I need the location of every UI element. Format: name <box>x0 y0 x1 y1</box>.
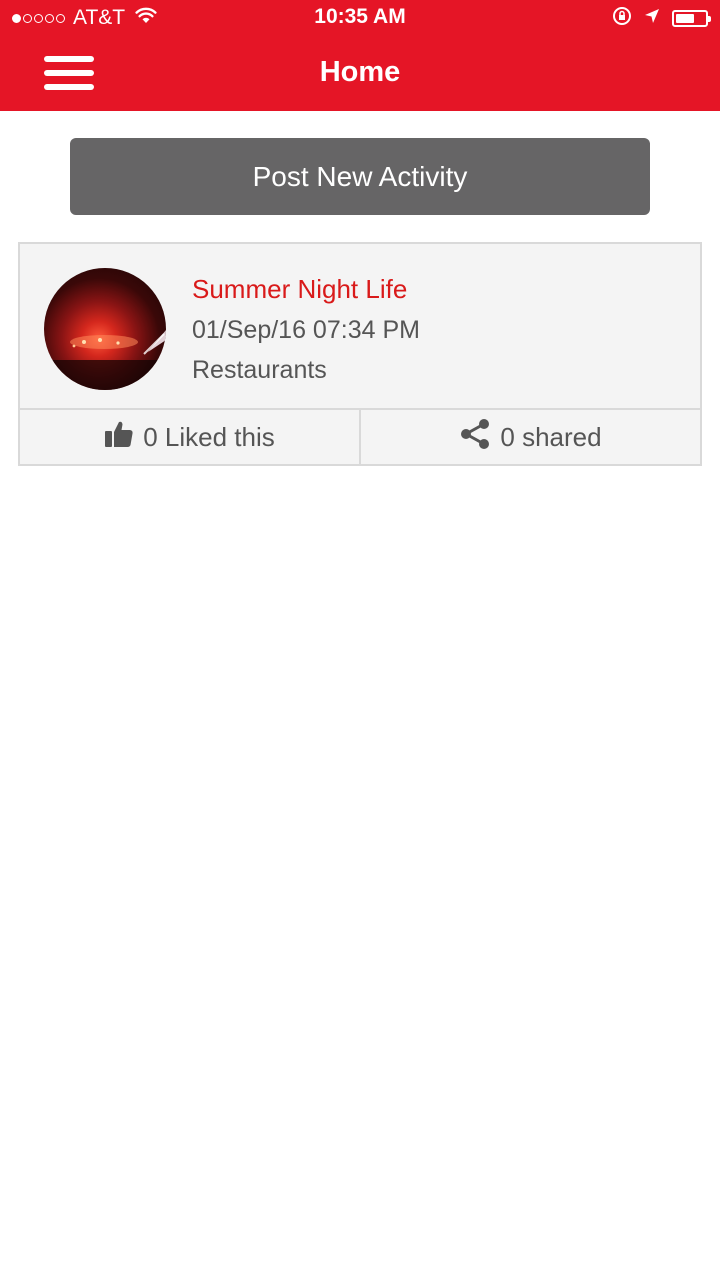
nav-bar: Home <box>0 36 720 111</box>
thumbs-up-icon <box>104 419 134 456</box>
share-button[interactable]: 0 shared <box>359 410 700 464</box>
page-title: Home <box>319 56 401 88</box>
activity-date: 01/Sep/16 07:34 PM <box>192 316 420 344</box>
app-screen: AT&T 10:35 AM Home Post New Activity Sum… <box>0 0 720 1280</box>
status-bar: AT&T 10:35 AM <box>0 0 720 36</box>
battery-icon <box>672 9 711 27</box>
app-header: AT&T 10:35 AM Home <box>0 0 720 111</box>
share-icon <box>459 418 491 456</box>
activity-card[interactable]: Summer Night Life 01/Sep/16 07:34 PM Res… <box>18 242 702 466</box>
likes-count: 0 Liked this <box>143 421 275 452</box>
activity-category: Restaurants <box>192 356 327 384</box>
activity-card-body[interactable]: Summer Night Life 01/Sep/16 07:34 PM Res… <box>20 244 700 408</box>
location-icon <box>644 8 660 29</box>
post-new-activity-button[interactable]: Post New Activity <box>70 138 650 215</box>
orientation-lock-icon <box>612 6 632 31</box>
activity-title[interactable]: Summer Night Life <box>192 274 407 305</box>
activity-avatar <box>44 268 166 390</box>
status-right <box>600 6 711 31</box>
activity-card-actions: 0 Liked this 0 shared <box>20 408 700 464</box>
like-button[interactable]: 0 Liked this <box>20 410 359 464</box>
shares-count: 0 shared <box>500 421 602 452</box>
